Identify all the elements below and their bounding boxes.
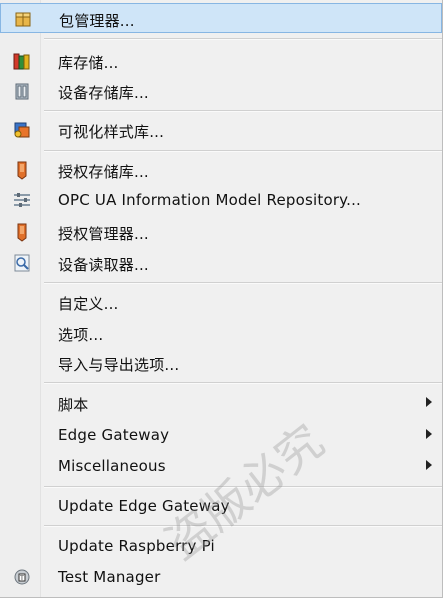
device-reader-icon [14,254,30,272]
menu-item-options[interactable]: 选项... [0,318,442,348]
separator [44,150,442,152]
menu-item-library-store[interactable]: 库存储... [0,46,442,76]
menu-item-label: 设备存储库... [58,84,149,102]
menu-item-device-reader[interactable]: 设备读取器... [0,248,442,278]
submenu-arrow-icon [426,429,432,439]
menu-item-label: 导入与导出选项... [58,356,180,374]
menu-item-edge-gateway[interactable]: Edge Gateway [0,420,442,450]
submenu-arrow-icon [426,397,432,407]
license-repository-icon [17,161,27,180]
menu-item-label: Miscellaneous [58,457,166,475]
menu-item-scripts[interactable]: 脚本 [0,388,442,418]
menu-item-license-manager[interactable]: 授权管理器... [0,217,442,247]
submenu-arrow-icon [426,460,432,470]
menu-item-import-export-options[interactable]: 导入与导出选项... [0,348,442,378]
menu-item-test-manager[interactable]: T Test Manager [0,562,442,592]
menu-item-update-edge-gateway[interactable]: Update Edge Gateway [0,491,442,521]
tools-menu: 包管理器... 库存储... 设备存储库... 可视化样式库... 授权存储库.… [0,0,443,598]
separator [44,282,442,284]
visualization-style-icon [14,122,30,138]
menu-item-label: 可视化样式库... [58,123,165,141]
test-manager-icon: T [14,569,30,585]
menu-item-package-manager[interactable]: 包管理器... [0,3,442,33]
separator [44,525,442,527]
opc-ua-icon [14,193,30,207]
menu-item-device-repository[interactable]: 设备存储库... [0,76,442,106]
separator [44,382,442,384]
device-repository-icon [15,83,29,100]
menu-item-label: 自定义... [58,295,119,313]
menu-item-label: 授权存储库... [58,163,149,181]
menu-item-label: 脚本 [58,396,89,414]
menu-item-label: 设备读取器... [58,256,149,274]
library-store-icon [13,53,30,70]
menu-item-miscellaneous[interactable]: Miscellaneous [0,451,442,481]
menu-item-customize[interactable]: 自定义... [0,287,442,317]
menu-item-label: Edge Gateway [58,426,170,444]
menu-item-label: 包管理器... [59,12,135,30]
menu-item-opc-ua-repository[interactable]: OPC UA Information Model Repository... [0,185,442,215]
menu-item-label: 授权管理器... [58,225,149,243]
menu-item-label: Update Raspberry Pi [58,537,215,555]
separator [44,38,442,40]
package-manager-icon [15,12,31,27]
menu-item-label: OPC UA Information Model Repository... [58,191,362,209]
menu-item-label: 选项... [58,326,104,344]
menu-item-license-repository[interactable]: 授权存储库... [0,155,442,185]
menu-item-update-raspberry-pi[interactable]: Update Raspberry Pi [0,531,442,561]
menu-item-label: Test Manager [58,568,161,586]
separator [44,110,442,112]
svg-text:T: T [19,575,24,582]
license-manager-icon [17,223,27,242]
menu-item-label: 库存储... [58,54,119,72]
menu-item-visualization-style[interactable]: 可视化样式库... [0,115,442,145]
separator [44,486,442,488]
menu-item-label: Update Edge Gateway [58,497,230,515]
